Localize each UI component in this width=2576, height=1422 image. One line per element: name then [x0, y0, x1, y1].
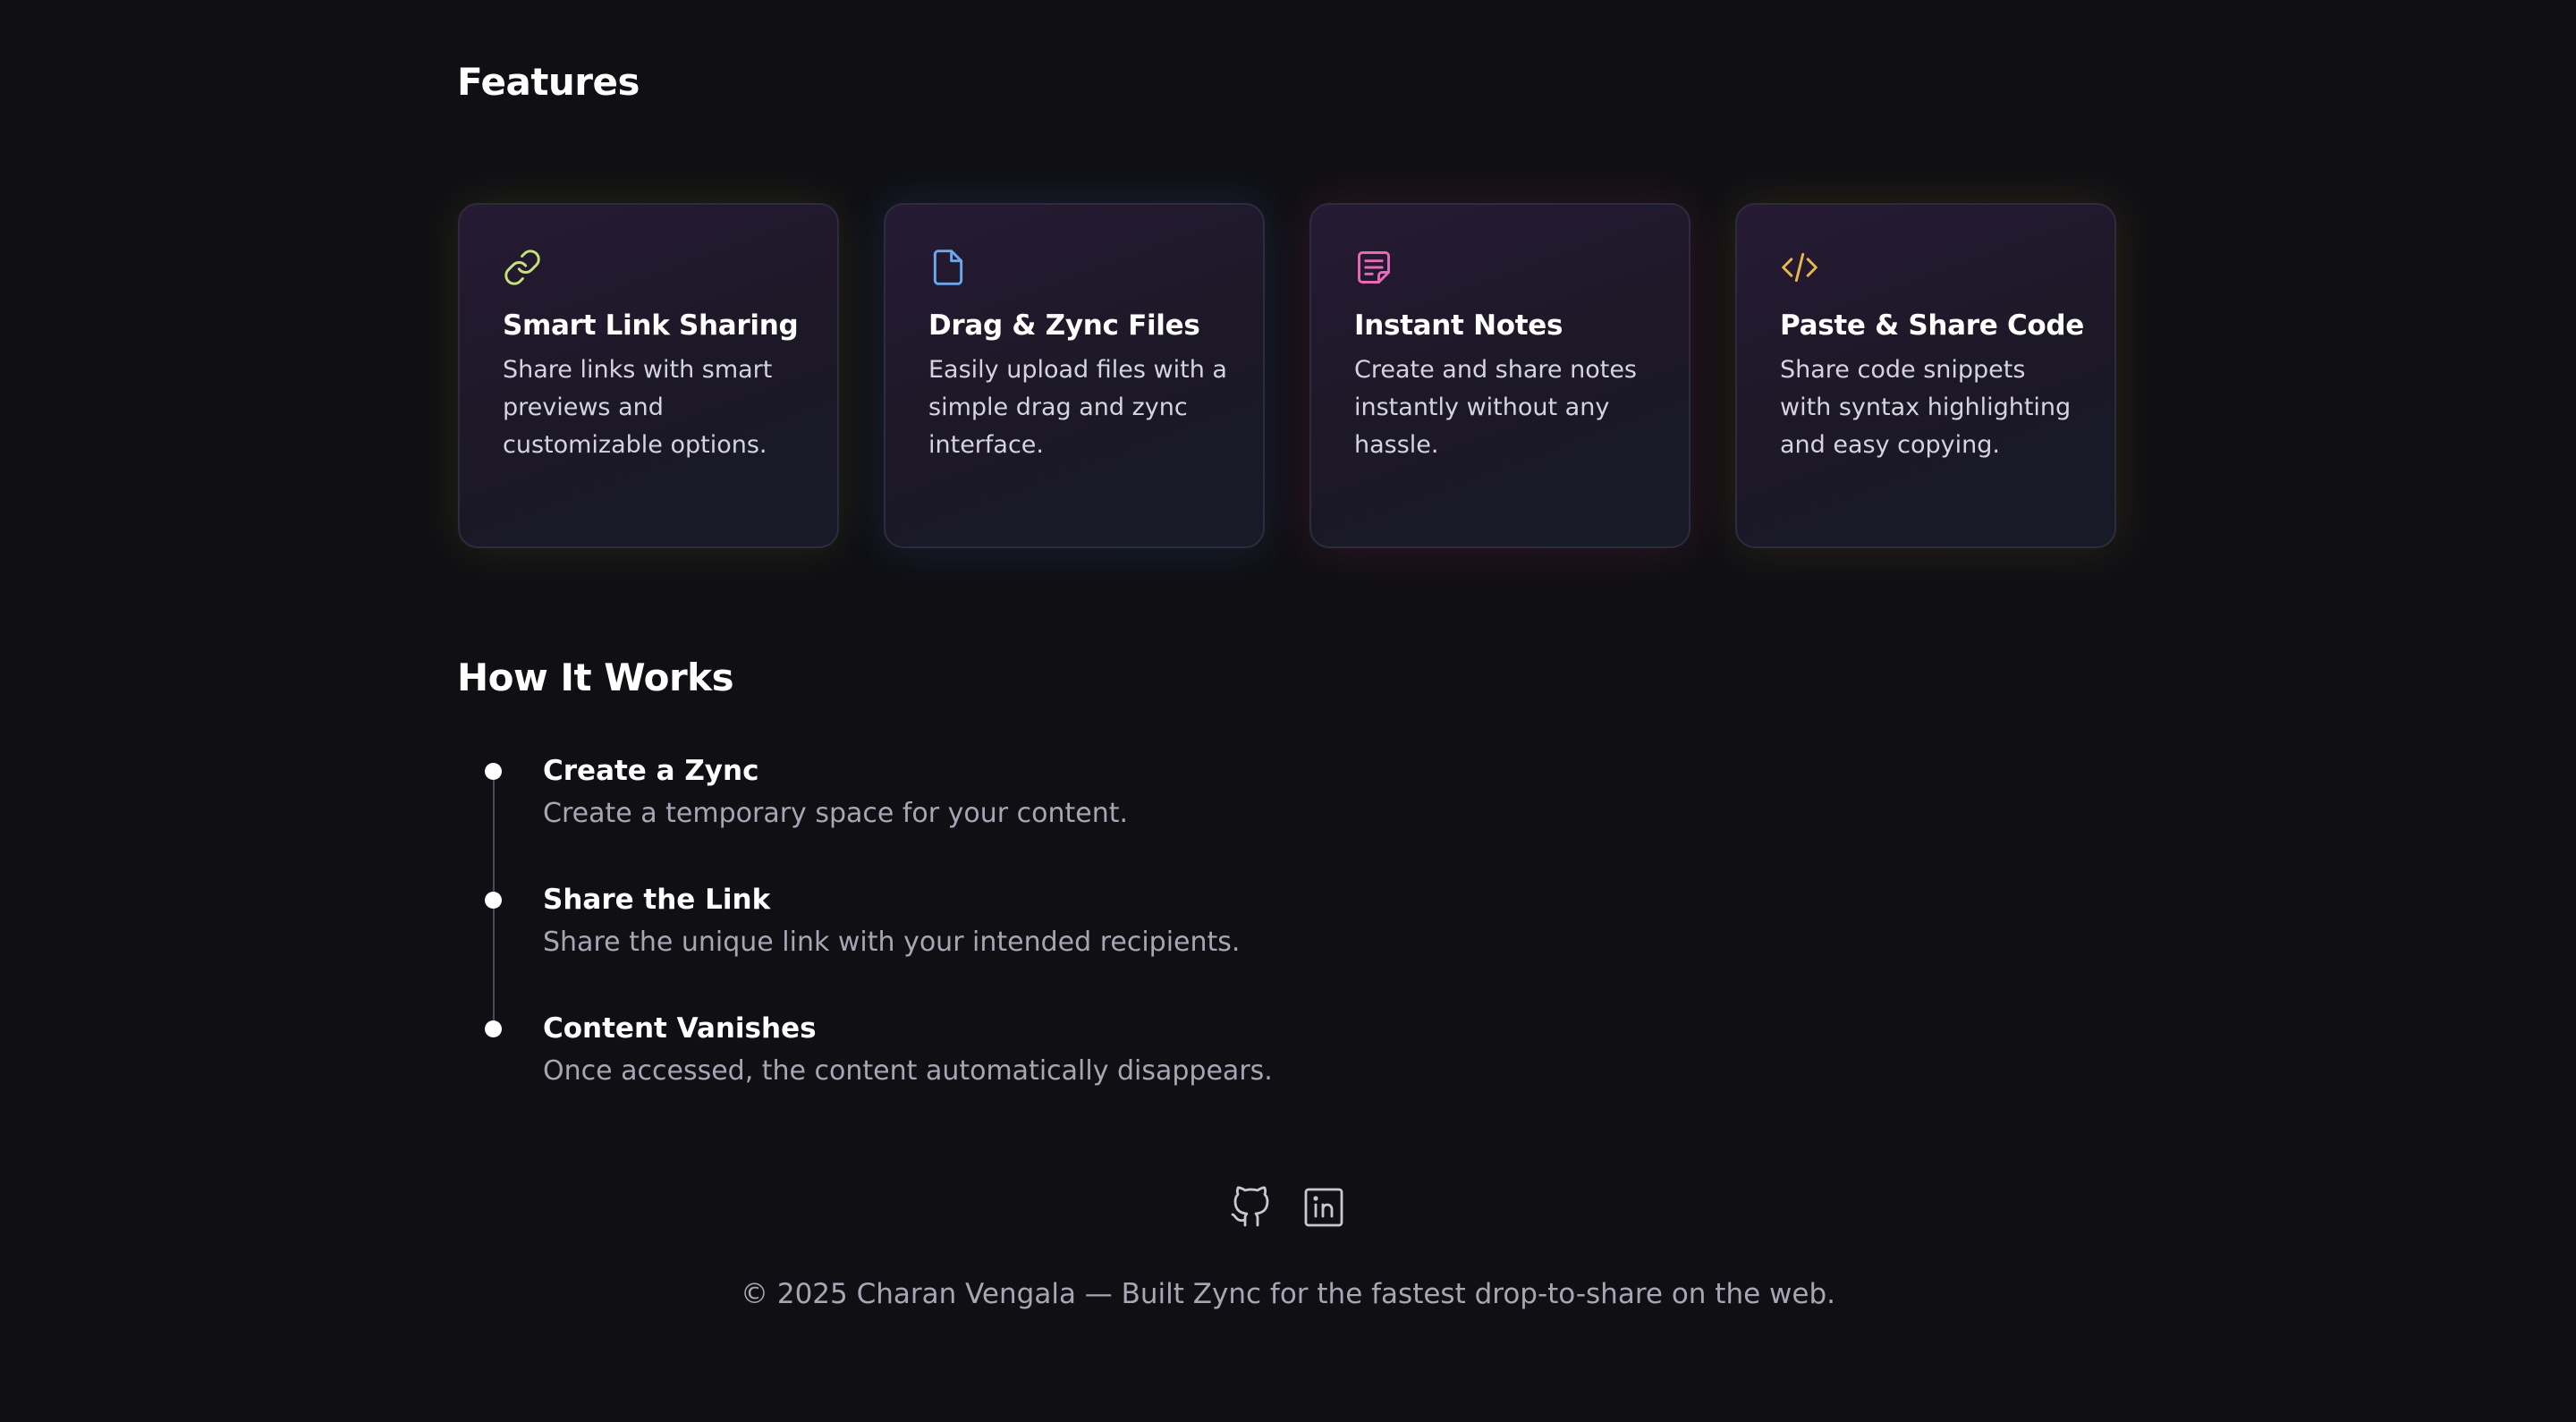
- timeline-dot: [485, 892, 502, 909]
- feature-card-smart-link-sharing: Smart Link Sharing Share links with smar…: [458, 203, 839, 548]
- step-create-a-zync: Create a Zync Create a temporary space f…: [543, 751, 1128, 834]
- social-links: [1229, 1186, 1345, 1229]
- note-icon: [1354, 248, 1394, 287]
- how-it-works-heading: How It Works: [457, 656, 734, 699]
- step-title: Create a Zync: [543, 755, 759, 787]
- step-title: Share the Link: [543, 884, 771, 916]
- step-description: Once accessed, the content automatically…: [543, 1055, 1273, 1087]
- feature-card-title: Drag & Zync Files: [928, 309, 1200, 342]
- github-link[interactable]: [1229, 1186, 1272, 1229]
- feature-card-title: Instant Notes: [1354, 309, 1563, 342]
- link-icon: [503, 248, 542, 287]
- step-description: Share the unique link with your intended…: [543, 927, 1241, 958]
- feature-card-drag-zync-files: Drag & Zync Files Easily upload files wi…: [884, 203, 1265, 548]
- timeline-dot: [485, 763, 502, 780]
- feature-card-title: Paste & Share Code: [1780, 309, 2085, 342]
- feature-card-description: Create and share notes instantly without…: [1354, 356, 1637, 459]
- code-icon: [1780, 248, 1819, 287]
- feature-card-title: Smart Link Sharing: [503, 309, 799, 342]
- step-description: Create a temporary space for your conten…: [543, 798, 1129, 829]
- features-heading: Features: [457, 60, 640, 104]
- feature-card-paste-share-code: Paste & Share Code Share code snippets w…: [1735, 203, 2116, 548]
- step-content-vanishes: Content Vanishes Once accessed, the cont…: [543, 1009, 1273, 1091]
- feature-card-instant-notes: Instant Notes Create and share notes ins…: [1309, 203, 1690, 548]
- linkedin-icon: [1302, 1186, 1345, 1229]
- timeline-dot: [485, 1020, 502, 1037]
- step-share-the-link: Share the Link Share the unique link wit…: [543, 880, 1240, 962]
- linkedin-link[interactable]: [1302, 1186, 1345, 1229]
- step-title: Content Vanishes: [543, 1012, 817, 1045]
- feature-card-description: Share links with smart previews and cust…: [503, 356, 773, 459]
- file-icon: [928, 248, 968, 287]
- footer-copyright: © 2025 Charan Vengala — Built Zync for t…: [741, 1278, 1835, 1310]
- feature-card-description: Share code snippets with syntax highligh…: [1780, 356, 2072, 459]
- feature-card-description: Easily upload files with a simple drag a…: [928, 356, 1227, 459]
- github-icon: [1229, 1186, 1272, 1229]
